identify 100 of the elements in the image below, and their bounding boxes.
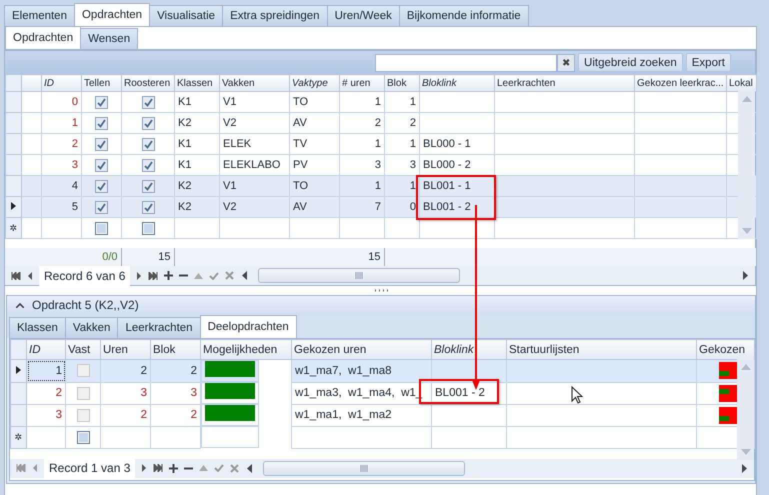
- column-header[interactable]: Gekozen uren: [292, 340, 432, 360]
- record-counter: Record 1 van 3: [44, 458, 136, 478]
- last-record-icon[interactable]: [153, 464, 164, 472]
- column-header[interactable]: Gekozen leerkrac...: [634, 74, 726, 92]
- check-icon[interactable]: [214, 464, 224, 472]
- table-cell: 2: [190, 364, 197, 377]
- table-cell: V1: [223, 96, 236, 108]
- scroll-left-icon[interactable]: [242, 271, 248, 280]
- tab[interactable]: Leerkrachten: [117, 317, 201, 338]
- table-cell: 3: [140, 387, 147, 399]
- checkbox[interactable]: [76, 430, 90, 444]
- column-header[interactable]: Blok: [150, 340, 200, 360]
- checkbox[interactable]: [95, 200, 108, 214]
- table-cell: 1: [410, 138, 416, 150]
- tab[interactable]: Wensen: [80, 28, 138, 49]
- checkbox[interactable]: [95, 116, 108, 130]
- status-icon: [719, 406, 737, 424]
- table-cell: K1: [178, 138, 192, 150]
- next-record-icon[interactable]: [141, 464, 148, 472]
- table-cell: 0: [72, 96, 78, 108]
- table-cell: TV: [293, 138, 308, 150]
- checkbox[interactable]: [95, 222, 108, 234]
- next-record-icon[interactable]: [136, 272, 142, 280]
- cancel-icon[interactable]: [230, 464, 240, 472]
- table-cell: 1: [410, 180, 416, 192]
- scroll-left-icon[interactable]: [247, 464, 254, 472]
- clear-button[interactable]: ✖: [557, 54, 576, 72]
- column-header[interactable]: Roosteren: [122, 74, 174, 92]
- checkbox[interactable]: [142, 96, 154, 108]
- tab[interactable]: Elementen: [4, 5, 75, 26]
- grip-icon[interactable]: [355, 272, 364, 279]
- checkbox[interactable]: [95, 180, 108, 192]
- tab[interactable]: Deelopdrachten: [200, 315, 297, 338]
- column-header[interactable]: Gekozen: [696, 340, 754, 360]
- cancel-icon[interactable]: [225, 271, 234, 280]
- tab[interactable]: Opdrachten: [74, 3, 150, 26]
- column-header[interactable]: ID: [26, 340, 66, 360]
- checkbox[interactable]: [76, 408, 90, 422]
- table-cell: ELEK: [223, 138, 252, 150]
- tab[interactable]: Opdrachten: [5, 26, 82, 49]
- column-header[interactable]: ID: [42, 74, 82, 92]
- column-header[interactable]: Klassen: [174, 74, 220, 92]
- table-cell: 1: [56, 364, 62, 377]
- column-header[interactable]: Vakken: [220, 74, 290, 92]
- previous-record-icon[interactable]: [27, 272, 33, 280]
- checkbox[interactable]: [142, 180, 154, 192]
- column-header[interactable]: Mogelijkheden: [200, 340, 292, 360]
- grip-icon[interactable]: [360, 464, 368, 472]
- checkbox[interactable]: [76, 386, 90, 400]
- add-icon[interactable]: [169, 464, 178, 472]
- column-header[interactable]: Vaktype: [290, 74, 340, 92]
- current-row-icon: [11, 202, 16, 210]
- table-cell: 4: [72, 180, 78, 192]
- add-icon[interactable]: [164, 271, 174, 280]
- checkbox[interactable]: [95, 138, 108, 150]
- table-cell: K1: [178, 96, 192, 108]
- column-header[interactable]: # uren: [340, 74, 384, 92]
- checkbox[interactable]: [95, 158, 108, 172]
- toolbar-button[interactable]: Export: [686, 53, 731, 72]
- current-row-icon: [16, 366, 21, 374]
- checkbox[interactable]: [76, 364, 90, 378]
- column-header[interactable]: Lokal: [726, 74, 756, 92]
- column-header[interactable]: Bloklink: [432, 340, 506, 360]
- toolbar-button[interactable]: Uitgebreid zoeken: [578, 53, 683, 72]
- table-cell: BL000 - 2: [423, 159, 471, 171]
- column-header[interactable]: Startuurlijsten: [506, 340, 696, 360]
- column-header[interactable]: Uren: [100, 340, 150, 360]
- column-header[interactable]: Blok: [384, 74, 420, 92]
- checkbox[interactable]: [142, 138, 154, 150]
- checkbox[interactable]: [142, 116, 154, 130]
- tab[interactable]: Klassen: [9, 317, 66, 338]
- checkbox[interactable]: [142, 222, 154, 234]
- new-row-marker: ✲: [14, 432, 22, 442]
- checkbox[interactable]: [95, 96, 108, 108]
- check-icon[interactable]: [209, 272, 220, 280]
- table-cell: ELEKLABO: [223, 159, 280, 171]
- table-cell: 1: [374, 138, 381, 150]
- search-field[interactable]: [375, 54, 558, 72]
- first-record-icon[interactable]: [11, 272, 21, 280]
- tab[interactable]: Vakken: [64, 317, 118, 338]
- tab[interactable]: Uren/Week: [326, 5, 400, 26]
- summary-value: 0/0: [102, 251, 118, 263]
- scroll-right-icon[interactable]: [742, 464, 748, 472]
- table-cell: AV: [293, 117, 307, 129]
- collapse-icon[interactable]: [16, 302, 24, 308]
- table-cell: K2: [178, 201, 192, 213]
- column-header[interactable]: Tellen: [82, 74, 122, 92]
- tab[interactable]: Visualisatie: [149, 5, 224, 26]
- column-header[interactable]: Vast: [66, 340, 100, 360]
- column-header[interactable]: Bloklink: [420, 74, 494, 92]
- tab[interactable]: Bijkomende informatie: [398, 5, 529, 26]
- tab[interactable]: Extra spreidingen: [222, 5, 328, 26]
- last-record-icon[interactable]: [148, 272, 158, 280]
- table-cell: w1_ma1, w1_ma2: [295, 409, 392, 421]
- checkbox[interactable]: [142, 200, 154, 214]
- scroll-right-icon[interactable]: [743, 271, 749, 280]
- checkbox[interactable]: [142, 158, 154, 172]
- table-cell: 1: [72, 117, 78, 129]
- column-header[interactable]: Leerkrachten: [494, 74, 634, 92]
- table-cell: AV: [293, 201, 307, 213]
